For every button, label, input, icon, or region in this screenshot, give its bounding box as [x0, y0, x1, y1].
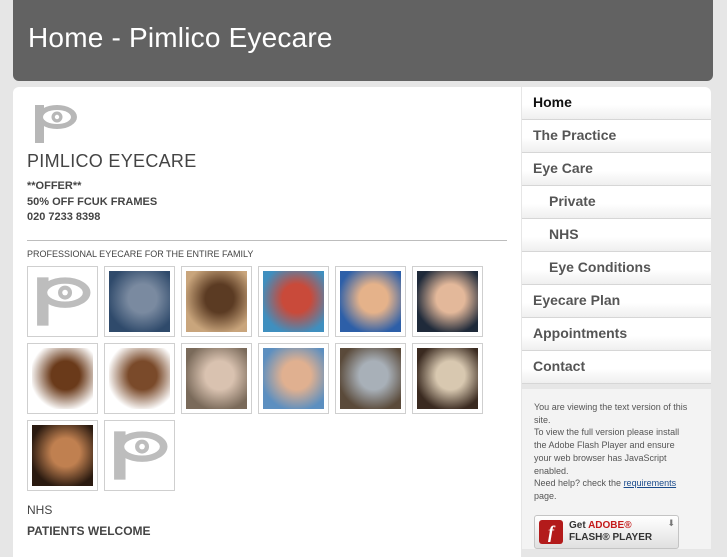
- nav-item-home[interactable]: Home: [522, 87, 711, 120]
- download-arrow-icon: ⬇: [667, 518, 675, 528]
- gallery-photo-thumb[interactable]: [258, 343, 329, 414]
- page-title: Home - Pimlico Eyecare: [28, 22, 333, 53]
- nav-item-label: Eye Conditions: [549, 259, 651, 275]
- nav-item-label: NHS: [549, 226, 579, 242]
- flash-get-text: Get: [569, 520, 589, 531]
- photo-image: [186, 348, 247, 409]
- nav-item-eye-care[interactable]: Eye Care: [522, 153, 711, 186]
- photo-image: [417, 348, 478, 409]
- nav-item-eyecare-plan[interactable]: Eyecare Plan: [522, 285, 711, 318]
- eye-p-logo-icon: [31, 103, 79, 145]
- gallery-photo-thumb[interactable]: [27, 343, 98, 414]
- gallery-logo-thumb[interactable]: [27, 266, 98, 337]
- photo-image: [186, 271, 247, 332]
- flash-notice: You are viewing the text version of this…: [534, 401, 694, 503]
- eye-p-logo-icon: [109, 425, 170, 486]
- tagline: PROFESSIONAL EYECARE FOR THE ENTIRE FAMI…: [27, 249, 254, 259]
- main-content: PIMLICO EYECARE **OFFER** 50% OFF FCUK F…: [13, 87, 521, 557]
- gallery-logo-thumb[interactable]: [104, 420, 175, 491]
- flash-badge-line2: FLASH® PLAYER: [569, 532, 653, 543]
- photo-image: [417, 271, 478, 332]
- patients-welcome: PATIENTS WELCOME: [27, 524, 151, 538]
- gallery-photo-thumb[interactable]: [181, 343, 252, 414]
- flash-adobe-text: ADOBE: [588, 520, 625, 531]
- company-name: PIMLICO EYECARE: [27, 151, 197, 171]
- nav-item-label: Private: [549, 193, 596, 209]
- gallery-photo-thumb[interactable]: [104, 266, 175, 337]
- phone-number: 020 7233 8398: [27, 211, 101, 223]
- flash-f-icon: f: [539, 520, 563, 544]
- flash-badge-line1: Get ADOBE®: [569, 520, 632, 531]
- nav-item-contact[interactable]: Contact: [522, 351, 711, 384]
- photo-image: [32, 425, 93, 486]
- gallery-photo-thumb[interactable]: [258, 266, 329, 337]
- requirements-link[interactable]: requirements: [624, 478, 677, 488]
- gallery-photo-thumb[interactable]: [412, 266, 483, 337]
- photo-image: [32, 348, 93, 409]
- flash-reg-mark: ®: [624, 520, 632, 531]
- nav-item-the-practice[interactable]: The Practice: [522, 120, 711, 153]
- nav-item-eye-conditions[interactable]: Eye Conditions: [522, 252, 711, 285]
- gallery-photo-thumb[interactable]: [335, 343, 406, 414]
- divider: [27, 240, 507, 241]
- nav-item-label: Eye Care: [533, 160, 593, 176]
- photo-image: [263, 348, 324, 409]
- gallery-photo-thumb[interactable]: [27, 420, 98, 491]
- photo-image: [109, 348, 170, 409]
- photo-image: [109, 271, 170, 332]
- gallery-photo-thumb[interactable]: [335, 266, 406, 337]
- flash-notice-box: You are viewing the text version of this…: [522, 389, 711, 549]
- photo-image: [340, 348, 401, 409]
- nav-item-label: Appointments: [533, 325, 628, 341]
- nav-item-nhs[interactable]: NHS: [522, 219, 711, 252]
- offer-detail: 50% OFF FCUK FRAMES: [27, 195, 158, 208]
- offer-block: **OFFER** 50% OFF FCUK FRAMES 020 7233 8…: [27, 179, 157, 226]
- eye-p-logo-icon: [32, 271, 93, 332]
- photo-image: [263, 271, 324, 332]
- flash-notice-line2: To view the full version please install …: [534, 427, 680, 476]
- nav-item-appointments[interactable]: Appointments: [522, 318, 711, 351]
- nav-item-label: Eyecare Plan: [533, 292, 621, 308]
- flash-help-prefix: Need help? check the: [534, 478, 624, 489]
- site-header: Home - Pimlico Eyecare: [13, 0, 713, 81]
- nav-item-label: The Practice: [533, 127, 617, 143]
- gallery-photo-thumb[interactable]: [181, 266, 252, 337]
- offer-heading: **OFFER**: [27, 180, 82, 192]
- flash-notice-line1: You are viewing the text version of this…: [534, 402, 688, 425]
- flash-help-suffix: page.: [534, 490, 557, 501]
- gallery-photo-thumb[interactable]: [412, 343, 483, 414]
- gallery-photo-thumb[interactable]: [104, 343, 175, 414]
- nav-item-label: Home: [533, 94, 572, 110]
- nav-item-label: Contact: [533, 358, 586, 374]
- nhs-label: NHS: [27, 503, 53, 517]
- sidebar-nav: Home The Practice Eye Care Private NHS Eye Co…: [522, 87, 711, 384]
- get-flash-player-button[interactable]: f Get ADOBE® FLASH® PLAYER ⬇: [534, 515, 679, 549]
- photo-image: [340, 271, 401, 332]
- nav-item-private[interactable]: Private: [522, 186, 711, 219]
